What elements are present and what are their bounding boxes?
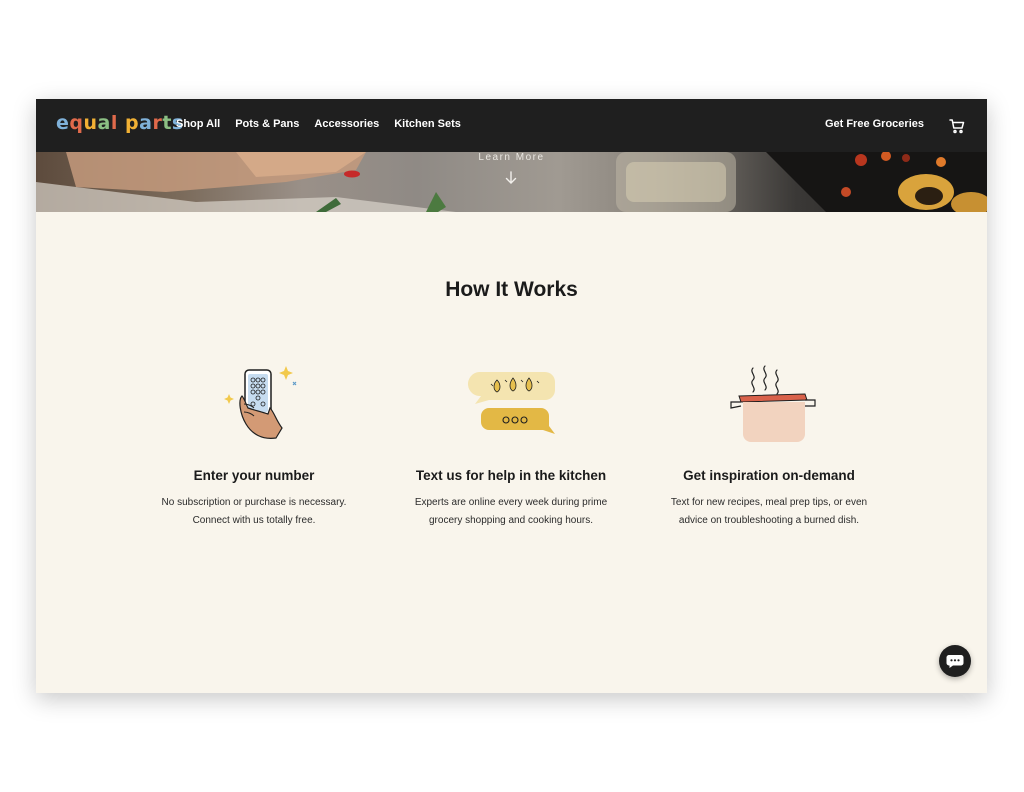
main-nav: Shop All Pots & Pans Accessories Kitchen… — [176, 118, 461, 130]
site-header: equal parts Shop All Pots & Pans Accesso… — [36, 99, 987, 152]
get-free-groceries-link[interactable]: Get Free Groceries — [825, 118, 924, 130]
nav-accessories[interactable]: Accessories — [314, 118, 379, 130]
logo-letter — [118, 112, 125, 134]
arrow-down-icon[interactable] — [504, 170, 518, 186]
logo-letter: r — [152, 112, 163, 134]
chat-bubbles-icon — [467, 372, 555, 434]
logo-letter: t — [162, 112, 172, 134]
shopping-cart-icon[interactable] — [949, 118, 965, 134]
logo-letter: q — [69, 112, 84, 134]
browser-frame: equal parts Shop All Pots & Pans Accesso… — [36, 99, 987, 693]
logo-letter: p — [125, 112, 140, 134]
logo-letter: u — [83, 112, 98, 134]
feature-description: Experts are online every week during pri… — [414, 497, 608, 526]
feature-inspiration: Get inspiration on-demand Text for new r… — [649, 364, 889, 530]
phone-in-hand-icon — [224, 366, 297, 439]
feature-description: Text for new recipes, meal prep tips, or… — [670, 497, 868, 526]
feature-title: Get inspiration on-demand — [683, 468, 855, 483]
logo-letter: e — [56, 112, 70, 134]
chat-widget-button[interactable] — [939, 645, 971, 677]
logo-letter: a — [139, 112, 153, 134]
nav-shop-all[interactable]: Shop All — [176, 118, 220, 130]
hero-image: Learn More — [36, 152, 987, 212]
logo-letter: l — [110, 112, 118, 134]
nav-pots-pans[interactable]: Pots & Pans — [235, 118, 299, 130]
how-it-works-title: How It Works — [445, 278, 578, 301]
learn-more-link[interactable]: Learn More — [36, 152, 987, 163]
chat-icon — [946, 655, 964, 668]
feature-title: Enter your number — [193, 468, 315, 483]
feature-enter-number: Enter your number No subscription or pur… — [134, 364, 374, 530]
nav-kitchen-sets[interactable]: Kitchen Sets — [394, 118, 461, 130]
feature-text-us: Text us for help in the kitchen Experts … — [391, 364, 631, 530]
brand-logo[interactable]: equal parts — [56, 112, 184, 134]
feature-description: No subscription or purchase is necessary… — [161, 497, 347, 526]
logo-letter: a — [97, 112, 111, 134]
cooking-pot-icon — [730, 365, 816, 442]
feature-title: Text us for help in the kitchen — [415, 468, 607, 483]
